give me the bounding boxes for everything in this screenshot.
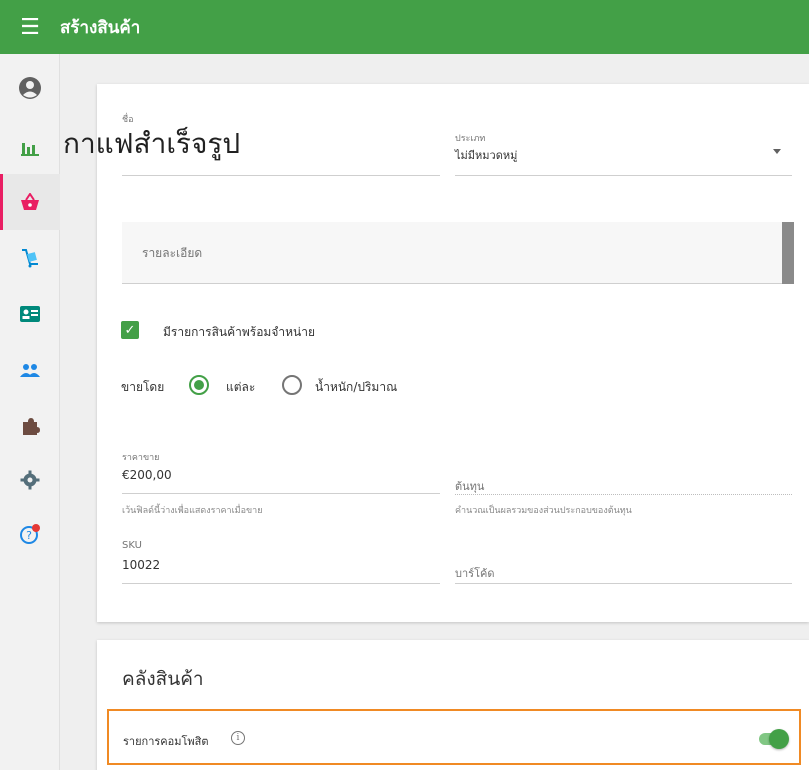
customers-icon[interactable] — [0, 286, 60, 342]
hamburger-menu-icon[interactable]: ☰ — [0, 0, 60, 54]
integrations-icon[interactable] — [0, 398, 60, 454]
description-scrollbar[interactable] — [782, 222, 794, 284]
description-placeholder: รายละเอียด — [142, 246, 203, 260]
available-label: มีรายการสินค้าพร้อมจำหน่าย — [163, 325, 315, 339]
price-underline — [122, 493, 440, 494]
info-icon[interactable]: i — [231, 731, 245, 745]
sold-by-each-radio[interactable] — [189, 375, 209, 395]
name-input[interactable]: กาแฟสำเร็จรูป — [63, 122, 240, 166]
barcode-input[interactable]: บาร์โค้ด — [455, 564, 494, 582]
category-select[interactable]: ไม่มีหมวดหมู่ — [455, 146, 517, 164]
sold-by-weight-radio[interactable] — [282, 375, 302, 395]
sku-input[interactable]: 10022 — [122, 558, 160, 572]
svg-text:?: ? — [26, 529, 32, 542]
price-hint: เว้นฟิลด์นี้ว่างเพื่อแสดงราคาเมื่อขาย — [122, 506, 263, 516]
composite-toggle[interactable] — [769, 729, 789, 749]
composite-item-label: รายการคอมโพสิต — [123, 735, 209, 748]
account-icon[interactable] — [0, 60, 60, 116]
help-icon[interactable]: ? — [0, 506, 60, 562]
price-label: ราคาขาย — [122, 453, 160, 463]
employees-icon[interactable] — [0, 342, 60, 398]
sidebar: ? — [0, 54, 60, 770]
chevron-down-icon[interactable] — [773, 149, 781, 154]
category-underline — [455, 175, 792, 176]
cost-input[interactable]: ต้นทุน — [455, 477, 484, 495]
sold-by-label: ขายโดย — [121, 380, 165, 394]
settings-icon[interactable] — [0, 452, 60, 508]
inventory-title: คลังสินค้า — [122, 668, 204, 690]
price-input[interactable]: €200,00 — [122, 468, 172, 482]
app-header: ☰ สร้างสินค้า — [0, 0, 809, 54]
description-field[interactable]: รายละเอียด — [122, 222, 794, 284]
sold-by-each-label[interactable]: แต่ละ — [226, 378, 255, 397]
inventory-icon[interactable] — [0, 230, 60, 286]
sku-underline — [122, 583, 440, 584]
cost-underline — [455, 494, 792, 495]
name-underline — [122, 175, 440, 176]
available-checkbox[interactable]: ✓ — [121, 321, 139, 339]
composite-item-row: รายการคอมโพสิต i — [107, 709, 801, 765]
page-title: สร้างสินค้า — [60, 17, 141, 38]
sku-label: SKU — [122, 540, 142, 551]
products-icon[interactable] — [0, 174, 60, 230]
category-label: ประเภท — [455, 134, 486, 144]
reports-icon[interactable] — [0, 120, 60, 176]
barcode-underline — [455, 583, 792, 584]
cost-hint: คำนวณเป็นผลรวมของส่วนประกอบของต้นทุน — [455, 506, 632, 516]
sold-by-weight-label[interactable]: น้ำหนัก/ปริมาณ — [315, 378, 397, 397]
